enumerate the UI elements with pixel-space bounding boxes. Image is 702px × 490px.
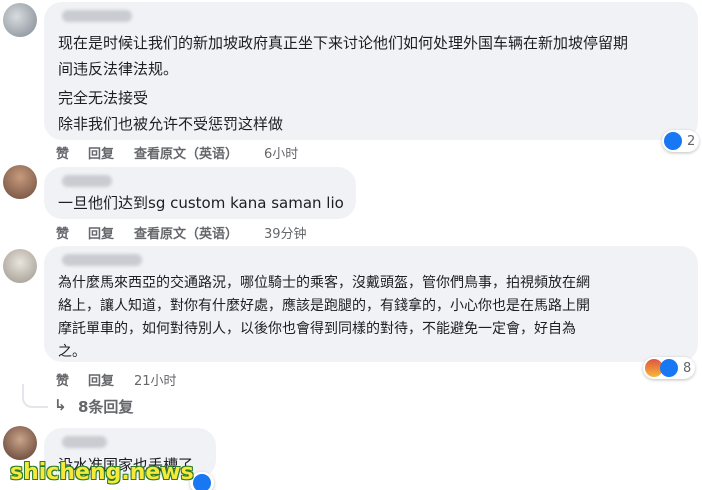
comment-text-line: 摩託單車的，如何對待別人，以後你也會得到同樣的對待，不能避免一定會，好自為: [58, 321, 576, 337]
view-replies-link[interactable]: 8条回复: [78, 396, 133, 417]
comment-text-line: 现在是时候让我们的新加坡政府真正坐下来讨论他们如何处理外国车辆在新加坡停留期: [58, 34, 629, 52]
like-button[interactable]: 赞: [56, 143, 69, 162]
like-icon: [664, 132, 682, 150]
like-button[interactable]: 赞: [56, 223, 69, 242]
comment-text-line: 之。: [58, 344, 86, 360]
author-name-blurred[interactable]: [62, 175, 112, 187]
like-icon: [193, 474, 211, 490]
comment-actions: 赞 回复 查看原文（英语） 6小时: [56, 143, 356, 162]
comment-text-line: 完全无法接受: [58, 89, 149, 107]
comment-text-line: 一旦他们达到sg custom kana saman lio: [58, 194, 344, 212]
reaction-summary[interactable]: 8: [643, 357, 696, 379]
reply-arrow-icon: ↳: [54, 396, 67, 414]
avatar[interactable]: [3, 3, 37, 37]
reaction-count: 2: [687, 133, 696, 149]
comment-actions: 赞 回复 查看原文（英语） 39分钟: [56, 223, 356, 242]
comment-text-line: 除非我们也被允许不受惩罚这样做: [58, 115, 284, 133]
author-name-blurred[interactable]: [62, 254, 142, 266]
timestamp[interactable]: 6小时: [264, 143, 298, 162]
thread-connector: [22, 384, 48, 408]
timestamp[interactable]: 21小时: [134, 370, 177, 389]
watermark: shicheng.news: [10, 460, 194, 485]
comment-text-line: 间违反法律法规。: [58, 60, 179, 78]
like-icon: [660, 359, 678, 377]
avatar[interactable]: [3, 426, 37, 460]
comment-actions: 赞 回复 21小时: [56, 370, 256, 389]
reply-button[interactable]: 回复: [88, 143, 114, 162]
avatar[interactable]: [3, 249, 37, 283]
reaction-count: 8: [683, 360, 692, 376]
avatar[interactable]: [3, 165, 37, 199]
timestamp[interactable]: 39分钟: [264, 223, 307, 242]
like-button[interactable]: 赞: [56, 370, 69, 389]
reply-button[interactable]: 回复: [88, 223, 114, 242]
author-name-blurred[interactable]: [62, 10, 132, 22]
see-original-button[interactable]: 查看原文（英语）: [134, 143, 238, 162]
reaction-summary[interactable]: 2: [662, 130, 700, 152]
author-name-blurred[interactable]: [62, 436, 107, 448]
see-original-button[interactable]: 查看原文（英语）: [134, 223, 238, 242]
reply-button[interactable]: 回复: [88, 370, 114, 389]
